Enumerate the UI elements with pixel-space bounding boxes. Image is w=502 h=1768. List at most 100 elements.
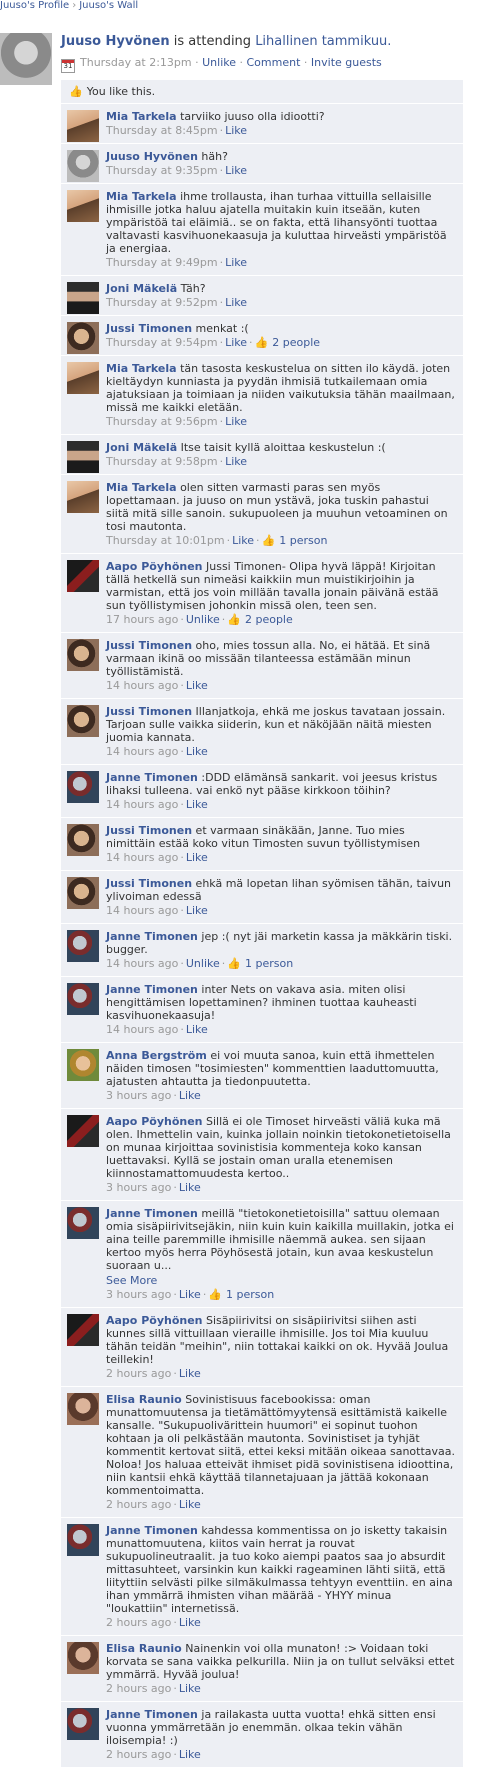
comment-author-link[interactable]: Janne Timonen bbox=[106, 771, 198, 784]
comment-author-link[interactable]: Janne Timonen bbox=[106, 930, 198, 943]
comment-timestamp[interactable]: 2 hours ago bbox=[106, 1748, 171, 1761]
like-comment-button[interactable]: Like bbox=[186, 904, 208, 917]
like-comment-button[interactable]: Like bbox=[232, 534, 254, 547]
comment-author-link[interactable]: Jussi Timonen bbox=[106, 824, 192, 837]
like-comment-button[interactable]: Like bbox=[225, 296, 247, 309]
comment-timestamp[interactable]: 17 hours ago bbox=[106, 613, 178, 626]
commenter-avatar[interactable] bbox=[67, 190, 99, 222]
commenter-avatar[interactable] bbox=[67, 1115, 99, 1147]
unlike-comment-button[interactable]: Unlike bbox=[186, 957, 220, 970]
comment-author-link[interactable]: Janne Timonen bbox=[106, 1524, 198, 1537]
commenter-avatar[interactable] bbox=[67, 322, 99, 354]
breadcrumb-profile-link[interactable]: Juuso's Profile bbox=[0, 0, 69, 11]
like-comment-button[interactable]: Like bbox=[225, 124, 247, 137]
commenter-avatar[interactable] bbox=[67, 1207, 99, 1239]
comment-likes-link[interactable]: 👍 1 person bbox=[208, 1288, 274, 1301]
commenter-avatar[interactable] bbox=[67, 282, 99, 314]
commenter-avatar[interactable] bbox=[67, 930, 99, 962]
like-comment-button[interactable]: Like bbox=[179, 1288, 201, 1301]
comment-timestamp[interactable]: Thursday at 9:58pm bbox=[106, 455, 218, 468]
comment-author-link[interactable]: Aapo Pöyhönen bbox=[106, 560, 203, 573]
commenter-avatar[interactable] bbox=[67, 771, 99, 803]
like-comment-button[interactable]: Like bbox=[186, 1023, 208, 1036]
comment-likes-link[interactable]: 👍 2 people bbox=[227, 613, 292, 626]
comment-author-link[interactable]: Joni Mäkelä bbox=[106, 282, 177, 295]
comment-author-link[interactable]: Janne Timonen bbox=[106, 1708, 198, 1721]
comment-button[interactable]: Comment bbox=[247, 56, 301, 69]
commenter-avatar[interactable] bbox=[67, 560, 99, 592]
comment-author-link[interactable]: Janne Timonen bbox=[106, 1207, 198, 1220]
commenter-avatar[interactable] bbox=[67, 1708, 99, 1740]
like-comment-button[interactable]: Like bbox=[179, 1498, 201, 1511]
see-more-link[interactable]: See More bbox=[106, 1274, 455, 1287]
comment-timestamp[interactable]: 3 hours ago bbox=[106, 1181, 171, 1194]
comment-author-link[interactable]: Juuso Hyvönen bbox=[106, 150, 198, 163]
comment-likes-link[interactable]: 👍 1 person bbox=[262, 534, 328, 547]
like-comment-button[interactable]: Like bbox=[179, 1682, 201, 1695]
comment-timestamp[interactable]: 2 hours ago bbox=[106, 1682, 171, 1695]
comment-timestamp[interactable]: Thursday at 9:52pm bbox=[106, 296, 218, 309]
commenter-avatar[interactable] bbox=[67, 1642, 99, 1674]
commenter-avatar[interactable] bbox=[67, 481, 99, 513]
comment-author-link[interactable]: Mia Tarkela bbox=[106, 190, 177, 203]
like-comment-button[interactable]: Like bbox=[225, 164, 247, 177]
comment-author-link[interactable]: Elisa Raunio bbox=[106, 1642, 182, 1655]
like-comment-button[interactable]: Like bbox=[225, 336, 247, 349]
commenter-avatar[interactable] bbox=[67, 441, 99, 473]
like-comment-button[interactable]: Like bbox=[225, 455, 247, 468]
commenter-avatar[interactable] bbox=[67, 877, 99, 909]
comment-author-link[interactable]: Aapo Pöyhönen bbox=[106, 1314, 203, 1327]
like-comment-button[interactable]: Like bbox=[179, 1367, 201, 1380]
commenter-avatar[interactable] bbox=[67, 110, 99, 142]
comment-timestamp[interactable]: Thursday at 9:54pm bbox=[106, 336, 218, 349]
comment-author-link[interactable]: Jussi Timonen bbox=[106, 322, 192, 335]
story-event-link[interactable]: Lihallinen tammikuu. bbox=[255, 34, 391, 49]
comment-author-link[interactable]: Mia Tarkela bbox=[106, 110, 177, 123]
comment-timestamp[interactable]: Thursday at 9:35pm bbox=[106, 164, 218, 177]
breadcrumb-wall-link[interactable]: Juuso's Wall bbox=[79, 0, 138, 11]
story-actor-link[interactable]: Juuso Hyvönen bbox=[61, 34, 170, 49]
comment-author-link[interactable]: Janne Timonen bbox=[106, 983, 198, 996]
commenter-avatar[interactable] bbox=[67, 639, 99, 671]
commenter-avatar[interactable] bbox=[67, 1524, 99, 1556]
avatar[interactable] bbox=[0, 33, 52, 85]
comment-timestamp[interactable]: Thursday at 9:56pm bbox=[106, 415, 218, 428]
comment-timestamp[interactable]: 2 hours ago bbox=[106, 1616, 171, 1629]
comment-timestamp[interactable]: 3 hours ago bbox=[106, 1288, 171, 1301]
comment-timestamp[interactable]: 14 hours ago bbox=[106, 679, 178, 692]
comment-timestamp[interactable]: 14 hours ago bbox=[106, 1023, 178, 1036]
like-comment-button[interactable]: Like bbox=[186, 798, 208, 811]
invite-guests-button[interactable]: Invite guests bbox=[311, 56, 382, 69]
like-comment-button[interactable]: Like bbox=[225, 415, 247, 428]
comment-timestamp[interactable]: 14 hours ago bbox=[106, 851, 178, 864]
like-comment-button[interactable]: Like bbox=[186, 679, 208, 692]
comment-author-link[interactable]: Anna Bergström bbox=[106, 1049, 207, 1062]
comment-author-link[interactable]: Mia Tarkela bbox=[106, 362, 177, 375]
like-comment-button[interactable]: Like bbox=[186, 745, 208, 758]
like-comment-button[interactable]: Like bbox=[179, 1181, 201, 1194]
comment-likes-link[interactable]: 👍 1 person bbox=[227, 957, 293, 970]
commenter-avatar[interactable] bbox=[67, 150, 99, 182]
comment-timestamp[interactable]: Thursday at 9:49pm bbox=[106, 256, 218, 269]
comment-author-link[interactable]: Jussi Timonen bbox=[106, 877, 192, 890]
like-comment-button[interactable]: Like bbox=[179, 1089, 201, 1102]
comment-likes-link[interactable]: 👍 2 people bbox=[255, 336, 320, 349]
commenter-avatar[interactable] bbox=[67, 362, 99, 394]
comment-timestamp[interactable]: 2 hours ago bbox=[106, 1367, 171, 1380]
like-comment-button[interactable]: Like bbox=[179, 1616, 201, 1629]
commenter-avatar[interactable] bbox=[67, 1314, 99, 1346]
comment-timestamp[interactable]: Thursday at 8:45pm bbox=[106, 124, 218, 137]
comment-timestamp[interactable]: 14 hours ago bbox=[106, 957, 178, 970]
comment-author-link[interactable]: Aapo Pöyhönen bbox=[106, 1115, 203, 1128]
comment-author-link[interactable]: Jussi Timonen bbox=[106, 639, 192, 652]
comment-timestamp[interactable]: 14 hours ago bbox=[106, 745, 178, 758]
comment-author-link[interactable]: Mia Tarkela bbox=[106, 481, 177, 494]
comment-timestamp[interactable]: 14 hours ago bbox=[106, 798, 178, 811]
unlike-comment-button[interactable]: Unlike bbox=[186, 613, 220, 626]
comment-timestamp[interactable]: 14 hours ago bbox=[106, 904, 178, 917]
commenter-avatar[interactable] bbox=[67, 705, 99, 737]
like-comment-button[interactable]: Like bbox=[179, 1748, 201, 1761]
comment-timestamp[interactable]: 3 hours ago bbox=[106, 1089, 171, 1102]
commenter-avatar[interactable] bbox=[67, 824, 99, 856]
comment-timestamp[interactable]: 2 hours ago bbox=[106, 1498, 171, 1511]
